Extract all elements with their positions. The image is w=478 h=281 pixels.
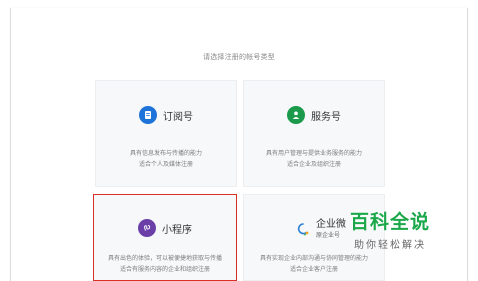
subscription-account-card[interactable]: 订阅号 具有信息发布与传播的能力 适合个人及媒体注册: [95, 80, 237, 187]
mini-program-card[interactable]: 小程序 具有出色的体验，可以被便捷地获取与传播 适合有服务内容的企业和组织注册: [93, 194, 237, 281]
card-description: 具有用户管理与提供业务服务的能力 适合企业及组织注册: [265, 150, 362, 168]
user-icon: [287, 106, 305, 124]
card-subtitle: 原企业号: [316, 232, 341, 239]
card-title: 小程序: [162, 224, 192, 236]
prompt-text: 请选择注册的帐号类型: [203, 53, 275, 61]
watermark-subtitle: 助你轻松解决: [354, 240, 426, 251]
card-title: 企业微: [316, 219, 346, 230]
watermark: 百科全说 助你轻松解决: [350, 207, 430, 251]
miniprogram-icon: [138, 219, 156, 237]
card-description: 具有信息发布与传播的能力 适合个人及媒体注册: [129, 150, 202, 168]
card-description: 具有出色的体验，可以被便捷地获取与传播 适合有服务内容的企业和组织注册: [107, 255, 222, 273]
card-title: 服务号: [311, 111, 341, 123]
card-title: 订阅号: [163, 111, 193, 123]
document-icon: [139, 106, 157, 124]
watermark-title: 百科全说: [350, 211, 431, 233]
service-account-card[interactable]: 服务号 具有用户管理与提供业务服务的能力 适合企业及组织注册: [243, 80, 385, 187]
card-description: 具有实现企业内部沟通与协同管理的能力 适合企业客户注册: [259, 255, 368, 273]
enterprise-wechat-icon: [294, 220, 312, 238]
